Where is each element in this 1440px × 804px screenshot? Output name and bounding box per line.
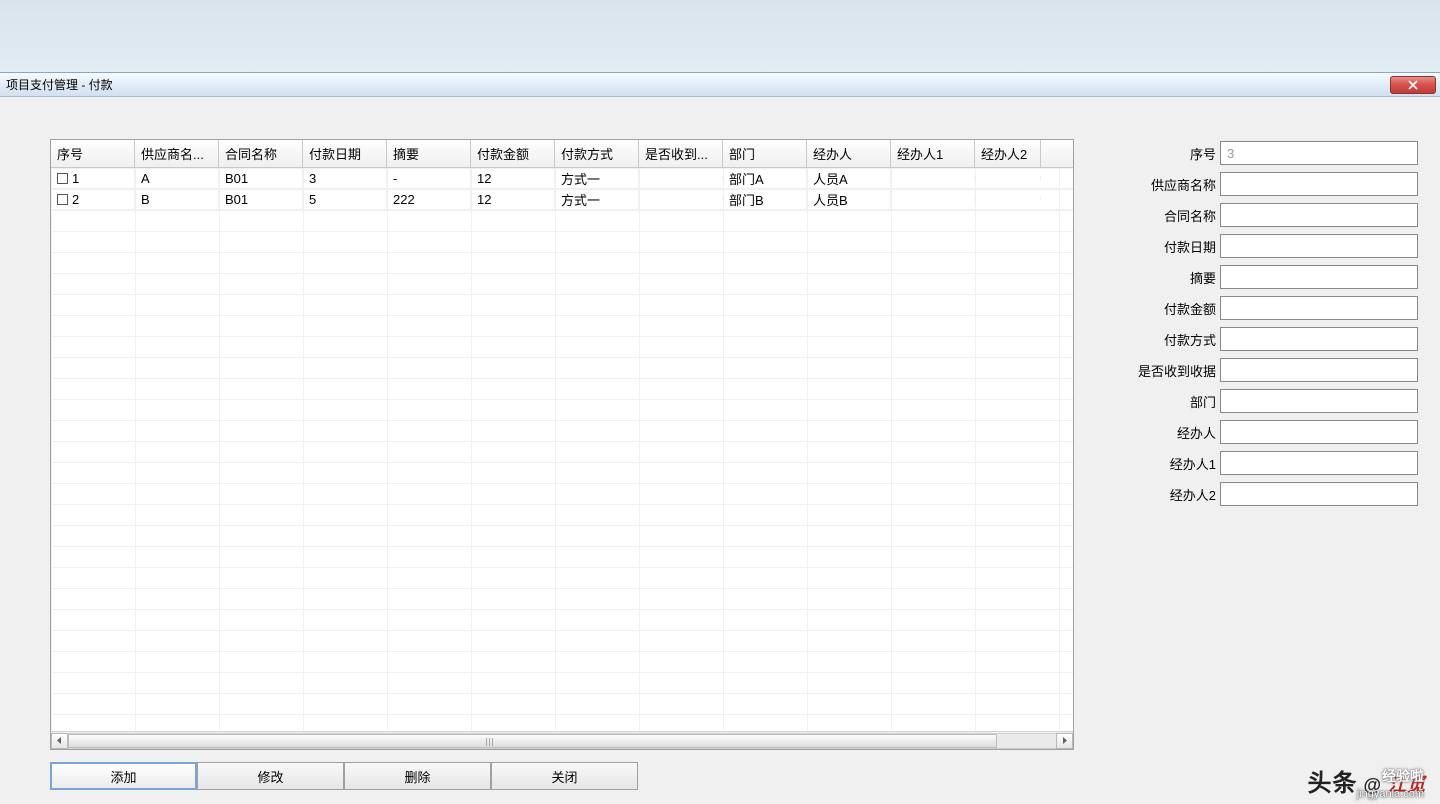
watermark-brand: 经验啦 bbox=[1382, 766, 1424, 786]
cell-supplier: A bbox=[135, 169, 219, 188]
titlebar: 项目支付管理 - 付款 bbox=[0, 73, 1440, 97]
cell-paydate: 5 bbox=[303, 190, 387, 209]
edit-button[interactable]: 修改 bbox=[197, 762, 344, 790]
cell-handler1 bbox=[891, 176, 975, 180]
col-paydate[interactable]: 付款日期 bbox=[303, 140, 387, 167]
input-seq[interactable] bbox=[1220, 141, 1418, 165]
data-table[interactable]: 序号 供应商名... 合同名称 付款日期 摘要 付款金额 付款方式 是否收到..… bbox=[50, 139, 1074, 750]
input-handler2[interactable] bbox=[1220, 482, 1418, 506]
label-handler2: 经办人2 bbox=[1118, 485, 1216, 504]
table-row[interactable]: 1 A B01 3 - 12 方式一 部门A 人员A bbox=[51, 168, 1073, 189]
label-handler: 经办人 bbox=[1118, 423, 1216, 442]
cell-handler2 bbox=[975, 176, 1041, 180]
cell-supplier: B bbox=[135, 190, 219, 209]
cell-dept: 部门B bbox=[723, 188, 807, 211]
input-supplier[interactable] bbox=[1220, 172, 1418, 196]
input-handler[interactable] bbox=[1220, 420, 1418, 444]
col-supplier[interactable]: 供应商名... bbox=[135, 140, 219, 167]
input-summary[interactable] bbox=[1220, 265, 1418, 289]
scroll-thumb[interactable] bbox=[68, 734, 997, 748]
dialog-window: 项目支付管理 - 付款 序号 供应商名... 合同名称 付款日期 摘要 付款金额… bbox=[0, 72, 1440, 804]
table-row[interactable]: 2 B B01 5 222 12 方式一 部门B 人员B bbox=[51, 189, 1073, 210]
button-bar: 添加 修改 删除 关闭 bbox=[50, 762, 1074, 790]
cell-amount: 12 bbox=[471, 169, 555, 188]
cell-contract: B01 bbox=[219, 169, 303, 188]
label-dept: 部门 bbox=[1118, 392, 1216, 411]
cell-received bbox=[639, 197, 723, 201]
form-panel: 序号 供应商名称 合同名称 付款日期 摘要 付款金额 付款方式 是否收到收据 部… bbox=[1118, 139, 1418, 790]
add-button[interactable]: 添加 bbox=[50, 762, 197, 790]
label-handler1: 经办人1 bbox=[1118, 454, 1216, 473]
col-handler2[interactable]: 经办人2 bbox=[975, 140, 1041, 167]
input-handler1[interactable] bbox=[1220, 451, 1418, 475]
col-contract[interactable]: 合同名称 bbox=[219, 140, 303, 167]
col-handler[interactable]: 经办人 bbox=[807, 140, 891, 167]
input-paydate[interactable] bbox=[1220, 234, 1418, 258]
horizontal-scrollbar[interactable] bbox=[51, 731, 1073, 749]
col-received[interactable]: 是否收到... bbox=[639, 140, 723, 167]
cell-paydate: 3 bbox=[303, 169, 387, 188]
cell-handler1 bbox=[891, 197, 975, 201]
cell-method: 方式一 bbox=[555, 168, 639, 190]
row-checkbox[interactable] bbox=[57, 173, 68, 184]
input-amount[interactable] bbox=[1220, 296, 1418, 320]
grid-background bbox=[51, 168, 1073, 731]
input-dept[interactable] bbox=[1220, 389, 1418, 413]
cell-received bbox=[639, 176, 723, 180]
cell-amount: 12 bbox=[471, 190, 555, 209]
col-amount[interactable]: 付款金额 bbox=[471, 140, 555, 167]
cell-method: 方式一 bbox=[555, 188, 639, 211]
window-title: 项目支付管理 - 付款 bbox=[6, 76, 113, 93]
col-method[interactable]: 付款方式 bbox=[555, 140, 639, 167]
label-amount: 付款金额 bbox=[1118, 299, 1216, 318]
cell-handler: 人员A bbox=[807, 168, 891, 190]
delete-button[interactable]: 删除 bbox=[344, 762, 491, 790]
cell-handler2 bbox=[975, 197, 1041, 201]
cell-dept: 部门A bbox=[723, 168, 807, 190]
input-method[interactable] bbox=[1220, 327, 1418, 351]
label-method: 付款方式 bbox=[1118, 330, 1216, 349]
scroll-right-arrow[interactable] bbox=[1056, 733, 1073, 749]
table-header-row: 序号 供应商名... 合同名称 付款日期 摘要 付款金额 付款方式 是否收到..… bbox=[51, 140, 1073, 168]
col-summary[interactable]: 摘要 bbox=[387, 140, 471, 167]
window-close-button[interactable] bbox=[1390, 76, 1436, 94]
col-seq[interactable]: 序号 bbox=[51, 140, 135, 167]
col-handler1[interactable]: 经办人1 bbox=[891, 140, 975, 167]
cell-seq: 1 bbox=[72, 171, 79, 186]
watermark-site: jingyanla.com bbox=[1357, 788, 1424, 800]
close-button[interactable]: 关闭 bbox=[491, 762, 638, 790]
cell-summary: 222 bbox=[387, 190, 471, 209]
cell-seq: 2 bbox=[72, 192, 79, 207]
label-seq: 序号 bbox=[1118, 144, 1216, 163]
scroll-track[interactable] bbox=[68, 733, 1056, 749]
close-icon bbox=[1408, 80, 1418, 90]
label-supplier: 供应商名称 bbox=[1118, 175, 1216, 194]
cell-handler: 人员B bbox=[807, 188, 891, 211]
cell-summary: - bbox=[387, 169, 471, 188]
scroll-left-arrow[interactable] bbox=[51, 733, 68, 749]
row-checkbox[interactable] bbox=[57, 194, 68, 205]
label-summary: 摘要 bbox=[1118, 268, 1216, 287]
label-received: 是否收到收据 bbox=[1118, 361, 1216, 380]
col-dept[interactable]: 部门 bbox=[723, 140, 807, 167]
input-contract[interactable] bbox=[1220, 203, 1418, 227]
label-contract: 合同名称 bbox=[1118, 206, 1216, 225]
label-paydate: 付款日期 bbox=[1118, 237, 1216, 256]
cell-contract: B01 bbox=[219, 190, 303, 209]
input-received[interactable] bbox=[1220, 358, 1418, 382]
